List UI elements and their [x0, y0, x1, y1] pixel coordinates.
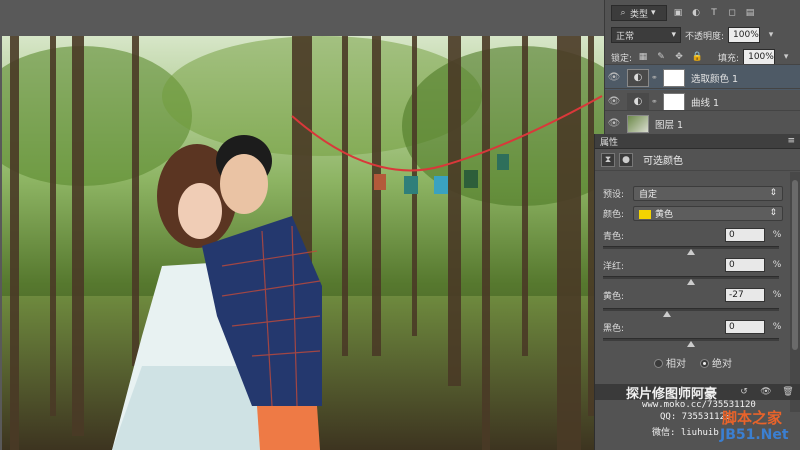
selective-color-icon: ⧗	[601, 152, 615, 167]
link-icon: ⚭	[651, 97, 658, 106]
opacity-label: 不透明度:	[685, 31, 725, 42]
radio-icon	[700, 359, 709, 368]
adjustment-filter-icon[interactable]: ◐	[689, 6, 703, 20]
colors-row: 颜色: 黄色 ⇕	[595, 204, 791, 222]
chevron-down-icon[interactable]: ▾	[764, 28, 778, 42]
properties-header: ⧗ ● 可选颜色	[595, 149, 800, 171]
reset-icon[interactable]: ↺	[737, 385, 751, 399]
adjustment-title: 可选颜色	[643, 156, 683, 167]
scrollbar-thumb[interactable]	[792, 180, 798, 350]
visibility-eye-icon[interactable]: 👁	[605, 118, 623, 129]
fill-label: 填充:	[718, 53, 740, 64]
cyan-label: 青色:	[603, 231, 625, 242]
absolute-radio[interactable]: 绝对	[700, 355, 732, 370]
lock-all-icon[interactable]: 🔒	[690, 50, 704, 64]
fill-input[interactable]: 100%	[743, 49, 776, 65]
site-logo-cn: 脚本之家	[722, 409, 783, 427]
chevron-updown-icon: ⇕	[769, 188, 777, 198]
layer-row-selective-color[interactable]: 👁 ◐ ⚭ 选取颜色 1	[605, 64, 800, 90]
site-logo-en: JB51.Net	[720, 427, 789, 443]
method-row: 相对 绝对	[595, 353, 791, 371]
trash-icon[interactable]: 🗑	[781, 385, 795, 399]
watermark-wechat: 微信: liuhuib	[652, 428, 719, 438]
yellow-slider-track[interactable]	[603, 308, 779, 317]
magenta-slider-thumb[interactable]	[687, 279, 695, 285]
magenta-value-input[interactable]: 0	[725, 258, 765, 272]
chevron-down-icon[interactable]: ▾	[779, 50, 793, 64]
layer-mask-thumbnail[interactable]	[663, 68, 685, 87]
black-label: 黑色:	[603, 323, 625, 334]
chevron-down-icon: ▾	[651, 8, 656, 18]
document-canvas[interactable]	[0, 0, 604, 450]
lock-label: 锁定:	[611, 53, 633, 64]
adjustment-layer-icon: ◐	[627, 92, 649, 111]
chevron-updown-icon: ⇕	[769, 208, 777, 218]
radio-icon	[654, 359, 663, 368]
colors-dropdown[interactable]: 黄色 ⇕	[633, 205, 783, 221]
yellow-swatch	[639, 209, 651, 219]
layer-filter-row: ⌕ 类型 ▾ ▣ ◐ T ◻ ▤	[605, 2, 800, 24]
black-slider-row: 黑色: 0 %	[603, 320, 782, 334]
panel-menu-icon[interactable]: ≡	[787, 136, 795, 146]
relative-radio[interactable]: 相对	[654, 355, 686, 370]
layer-kind-filter[interactable]: ⌕ 类型 ▾	[611, 5, 667, 21]
cyan-slider-row: 青色: 0 %	[603, 228, 782, 242]
visibility-eye-icon[interactable]: 👁	[759, 385, 773, 399]
cyan-slider-track[interactable]	[603, 246, 779, 255]
black-slider-track[interactable]	[603, 338, 779, 347]
search-icon: ⌕	[620, 8, 626, 18]
layer-name: 曲线 1	[691, 97, 720, 109]
wedding-photo	[2, 36, 604, 450]
mask-icon[interactable]: ●	[619, 152, 633, 167]
black-value-input[interactable]: 0	[725, 320, 765, 334]
magenta-label: 洋红:	[603, 261, 625, 272]
preset-dropdown[interactable]: 自定 ⇕	[633, 185, 783, 201]
lock-transparency-icon[interactable]: ▦	[636, 50, 650, 64]
layer-name: 选取颜色 1	[691, 73, 739, 85]
cyan-value-input[interactable]: 0	[725, 228, 765, 242]
type-filter-icon[interactable]: T	[707, 6, 721, 20]
yellow-slider-thumb[interactable]	[663, 311, 672, 317]
chevron-down-icon: ▾	[671, 30, 676, 40]
lock-pixels-icon[interactable]: ✎	[654, 50, 668, 64]
lock-position-icon[interactable]: ✥	[672, 50, 686, 64]
pixel-filter-icon[interactable]: ▣	[671, 6, 685, 20]
link-icon: ⚭	[651, 73, 658, 82]
yellow-label: 黄色:	[603, 291, 625, 302]
magenta-slider-track[interactable]	[603, 276, 779, 285]
layer-name: 图层 1	[655, 119, 684, 131]
colors-label: 颜色:	[603, 209, 625, 220]
layers-panel: ⌕ 类型 ▾ ▣ ◐ T ◻ ▤ 正常 ▾ 不透明度: 100% ▾ 锁定: ▦…	[604, 0, 800, 134]
adjustment-layer-icon: ◐	[627, 68, 649, 87]
yellow-slider-row: 黄色: -27 %	[603, 288, 782, 302]
blend-opacity-row: 正常 ▾ 不透明度: 100% ▾	[605, 24, 800, 46]
magenta-slider-row: 洋红: 0 %	[603, 258, 782, 272]
yellow-value-input[interactable]: -27	[725, 288, 765, 302]
layer-image-thumbnail	[627, 114, 649, 133]
smart-object-filter-icon[interactable]: ▤	[743, 6, 757, 20]
preset-row: 预设: 自定 ⇕	[595, 184, 791, 202]
layer-mask-thumbnail[interactable]	[663, 92, 685, 111]
preset-label: 预设:	[603, 189, 625, 200]
watermark-qq: QQ: 735531120	[660, 412, 731, 422]
properties-scrollbar[interactable]	[790, 172, 800, 412]
blend-mode-dropdown[interactable]: 正常 ▾	[611, 27, 681, 43]
layer-row-image[interactable]: 👁 图层 1	[605, 110, 800, 136]
cyan-slider-thumb[interactable]	[687, 249, 695, 255]
black-slider-thumb[interactable]	[687, 341, 695, 347]
visibility-eye-icon[interactable]: 👁	[605, 72, 623, 83]
shape-filter-icon[interactable]: ◻	[725, 6, 739, 20]
opacity-input[interactable]: 100%	[728, 27, 761, 43]
visibility-eye-icon[interactable]: 👁	[605, 96, 623, 107]
properties-tab-bar: 属性 ≡	[595, 134, 800, 149]
photoshop-window: ⌕ 类型 ▾ ▣ ◐ T ◻ ▤ 正常 ▾ 不透明度: 100% ▾ 锁定: ▦…	[0, 0, 800, 450]
tab-properties[interactable]: 属性	[600, 135, 618, 148]
